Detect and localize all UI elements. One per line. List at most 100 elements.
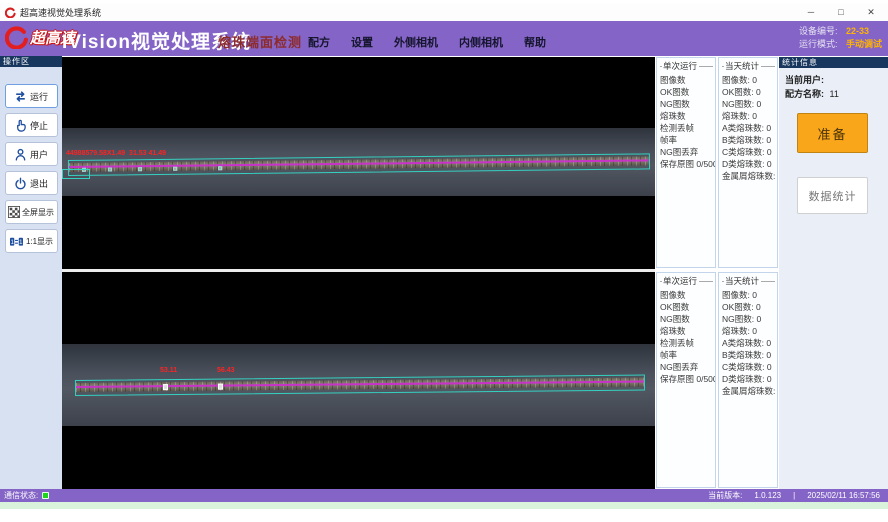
point-measurement-label: 53.11 [160, 367, 177, 374]
current-user-label: 当前用户: [785, 75, 824, 85]
main-menu: 配方 设置 外侧相机 内侧相机 帮助 [308, 34, 546, 50]
measurement-point-marker [218, 384, 223, 390]
menu-item-inner-camera[interactable]: 内侧相机 [459, 34, 503, 50]
bead-marker [108, 168, 112, 172]
comm-status-label: 通信状态: [4, 490, 38, 501]
stat-row: 熔珠数 [660, 110, 715, 122]
stat-row: C类熔珠数: 0 [722, 361, 777, 373]
stop-button[interactable]: 停止 [5, 113, 58, 137]
stat-row: 帧率 [660, 134, 715, 146]
user-button[interactable]: 用户 [5, 142, 58, 166]
user-icon [14, 148, 27, 161]
bead-marker [218, 166, 222, 170]
stat-row: NG图数: 0 [722, 98, 777, 110]
sidebar-buttons: 运行 停止 用户 退出 [0, 67, 62, 253]
stat-row: 图像数 [660, 289, 715, 301]
version-value: 1.0.123 [754, 491, 781, 500]
device-number-label: 设备编号: [799, 25, 841, 38]
stat-row: OK图数: 0 [722, 86, 777, 98]
prepare-button[interactable]: 准备 [797, 113, 868, 153]
stat-row: NG图数 [660, 313, 715, 325]
operation-sidebar: 操作区 运行 停止 用户 [0, 56, 62, 489]
os-titlebar: 超高速视觉处理系统 ─ □ ✕ [0, 3, 888, 21]
daily-stats-header: 当天统计 [722, 60, 777, 72]
bead-marker [138, 167, 142, 171]
stat-row: NG图丢弃 [660, 146, 715, 158]
info-rows: 当前用户: 配方名称: 11 [779, 68, 888, 101]
stat-row: 图像数: 0 [722, 289, 777, 301]
run-button[interactable]: 运行 [5, 84, 58, 108]
stat-row: D类熔珠数: 0 [722, 373, 777, 385]
stat-row: D类熔珠数: 0 [722, 158, 777, 170]
power-icon [14, 177, 27, 190]
stop-hand-icon [14, 119, 27, 132]
camera-viewport-outer[interactable]: 44988579.58X1.49 31.53 41.49 [62, 57, 655, 269]
menu-item-help[interactable]: 帮助 [524, 34, 546, 50]
recipe-name-label: 配方名称: [785, 89, 824, 99]
info-panel: 统计信息 当前用户: 配方名称: 11 准备 数据统计 [779, 57, 888, 489]
comm-status-indicator [42, 492, 49, 499]
stat-row: A类熔珠数: 0 [722, 122, 777, 134]
run-button-label: 运行 [30, 90, 48, 103]
run-mode-value: 手动调试 [846, 38, 882, 51]
menu-item-outer-camera[interactable]: 外侧相机 [394, 34, 438, 50]
device-number-row: 设备编号: 22-33 [799, 25, 882, 38]
app-title: 超高速视觉处理系统 [20, 6, 101, 19]
info-panel-header: 统计信息 [779, 57, 888, 68]
recipe-name-row: 配方名称: 11 [785, 87, 888, 101]
maximize-button[interactable]: □ [826, 3, 856, 21]
device-number-value: 22-33 [846, 25, 869, 38]
stop-button-label: 停止 [30, 119, 48, 132]
status-bar: 通信状态: 当前版本: 1.0.123 | 2025/02/11 16:57:5… [0, 489, 888, 502]
data-statistics-button[interactable]: 数据统计 [797, 177, 868, 214]
stats-panel-inner: 单次运行 图像数 OK图数 NG图数 熔珠数 检测丢帧 帧率 NG图丢弃 保存原… [656, 272, 778, 488]
one-to-one-button[interactable]: 1 1 1:1显示 [5, 229, 58, 253]
daily-stats-header: 当天统计 [722, 275, 777, 287]
camera-viewport-inner[interactable]: 53.11 56.43 [62, 272, 655, 489]
stat-row: 检测丢帧 [660, 337, 715, 349]
sidebar-header: 操作区 [0, 56, 62, 67]
stat-row: NG图数: 0 [722, 313, 777, 325]
menu-item-recipe[interactable]: 配方 [308, 34, 330, 50]
stat-row: B类熔珠数: 0 [722, 134, 777, 146]
close-button[interactable]: ✕ [856, 3, 886, 21]
user-button-label: 用户 [30, 148, 48, 161]
exit-button[interactable]: 退出 [5, 171, 58, 195]
recipe-name-value: 11 [830, 89, 839, 99]
stat-row: 保存原图 0/500 [660, 158, 715, 170]
exit-button-label: 退出 [30, 177, 48, 190]
run-mode-row: 运行模式: 手动调试 [799, 38, 882, 51]
stat-row: OK图数 [660, 301, 715, 313]
one-to-one-button-label: 1:1显示 [26, 236, 53, 247]
version-label: 当前版本: [708, 490, 742, 501]
status-separator: | [793, 491, 795, 500]
single-run-header: 单次运行 [660, 275, 715, 287]
minimize-button[interactable]: ─ [796, 3, 826, 21]
status-datetime: 2025/02/11 16:57:56 [807, 491, 880, 500]
bead-marker [173, 167, 177, 171]
stat-row: OK图数 [660, 86, 715, 98]
stat-row: OK图数: 0 [722, 301, 777, 313]
single-run-stats: 单次运行 图像数 OK图数 NG图数 熔珠数 检测丢帧 帧率 NG图丢弃 保存原… [656, 272, 716, 488]
stat-row: B类熔珠数: 0 [722, 349, 777, 361]
stat-row: 图像数 [660, 74, 715, 86]
brand-swoosh-icon [5, 25, 29, 49]
fullscreen-button[interactable]: 全屏显示 [5, 200, 58, 224]
stat-row: 保存原图 0/500 [660, 373, 715, 385]
measurement-annotation: 44988579.58X1.49 31.53 41.49 [66, 150, 166, 157]
fullscreen-button-label: 全屏显示 [22, 207, 54, 218]
stat-row: A类熔珠数: 0 [722, 337, 777, 349]
page-subtitle: 熔珠端面检测 [218, 32, 302, 51]
run-cycle-icon [14, 90, 27, 103]
stats-panel-outer: 单次运行 图像数 OK图数 NG图数 熔珠数 检测丢帧 帧率 NG图丢弃 保存原… [656, 57, 778, 268]
daily-stats: 当天统计 图像数: 0 OK图数: 0 NG图数: 0 熔珠数: 0 A类熔珠数… [718, 57, 778, 268]
fullscreen-grid-icon [8, 206, 20, 218]
menu-item-settings[interactable]: 设置 [351, 34, 373, 50]
taskbar-strip [0, 502, 888, 509]
stat-row: 图像数: 0 [722, 74, 777, 86]
stat-row: 熔珠数: 0 [722, 325, 777, 337]
one-to-one-icon: 1 1 [9, 235, 24, 248]
roi-rectangle-small [62, 169, 90, 179]
point-measurement-label: 56.43 [217, 367, 235, 374]
stat-row: C类熔珠数: 0 [722, 146, 777, 158]
